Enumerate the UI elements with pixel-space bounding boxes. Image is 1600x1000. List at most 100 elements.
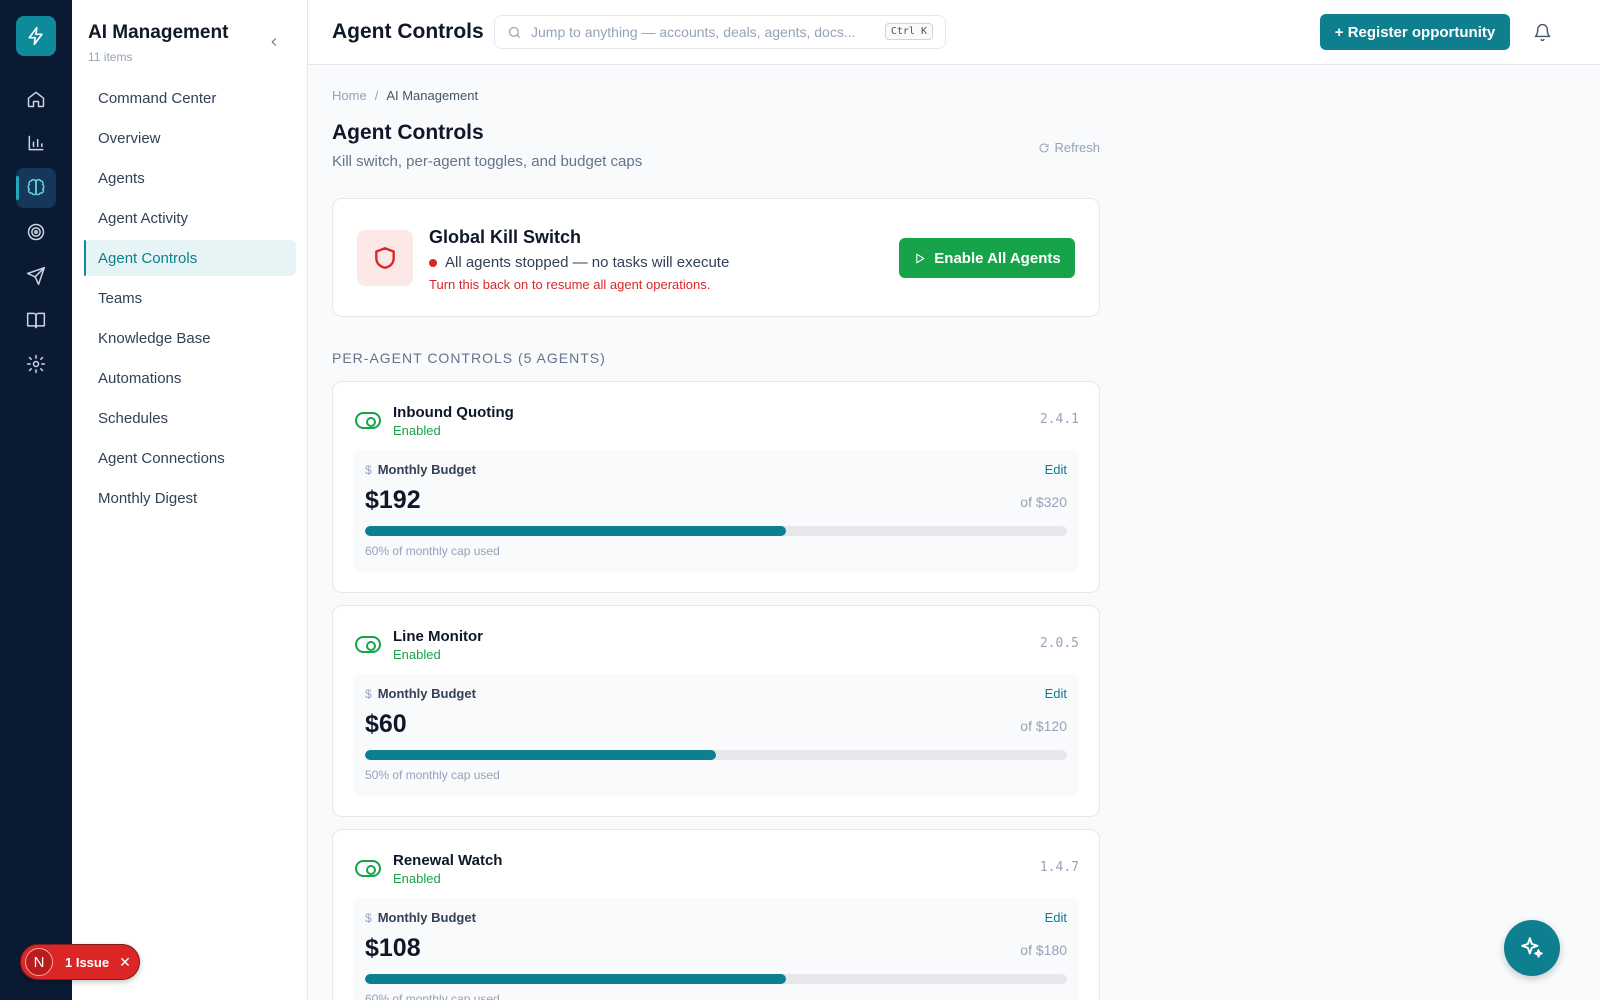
dollar-icon: $	[365, 686, 372, 701]
budget-panel: $ Monthly Budget Edit $60 of $120 50% of…	[353, 674, 1079, 796]
agent-toggle-icon[interactable]	[355, 412, 381, 429]
agent-state: Enabled	[393, 647, 441, 662]
sidebar-item-command-center[interactable]: Command Center	[84, 80, 296, 116]
agent-version: 2.0.5	[1039, 636, 1079, 651]
section-sidebar: AI Management 11 items Command Center Ov…	[72, 0, 308, 1000]
settings-icon	[26, 354, 46, 374]
budget-used-text: 60% of monthly cap used	[365, 992, 500, 1000]
sidebar-item-schedules[interactable]: Schedules	[84, 400, 296, 436]
sidebar-item-overview[interactable]: Overview	[84, 120, 296, 156]
refresh-icon	[1039, 142, 1049, 152]
sidebar-item-teams[interactable]: Teams	[84, 280, 296, 316]
brain-icon	[27, 178, 45, 196]
main-content: Home / AI Management Agent Controls Kill…	[332, 88, 1100, 1000]
topbar-title: Agent Controls	[332, 20, 484, 43]
sidebar-nav: Command Center Overview Agents Agent Act…	[84, 80, 296, 520]
kill-switch-badge	[357, 230, 413, 286]
agent-toggle-icon[interactable]	[355, 860, 381, 877]
breadcrumb: Home / AI Management	[332, 88, 1100, 103]
global-search-input[interactable]: Jump to anything — accounts, deals, agen…	[494, 15, 946, 49]
breadcrumb-current[interactable]: AI Management	[386, 88, 478, 103]
budget-progress-fill	[365, 750, 716, 760]
sparkles-icon	[1521, 937, 1543, 958]
edit-budget-button[interactable]: Edit	[1045, 686, 1067, 701]
enable-all-agents-label: Enable All Agents	[934, 249, 1061, 267]
issue-count: 1 Issue	[65, 954, 110, 970]
agent-card: Inbound Quoting Enabled 2.4.1 $ Monthly …	[332, 381, 1100, 593]
page-title: Agent Controls	[332, 121, 484, 144]
agent-state: Enabled	[393, 423, 441, 438]
refresh-label: Refresh	[1054, 140, 1100, 155]
agent-toggle-icon[interactable]	[355, 636, 381, 653]
budget-label-text: Monthly Budget	[377, 910, 476, 925]
budget-label: $ Monthly Budget	[365, 462, 476, 477]
chevron-left-icon	[271, 38, 277, 46]
refresh-button[interactable]: Refresh	[1038, 140, 1100, 155]
rail-library[interactable]	[16, 300, 56, 340]
budget-cap: of $180	[1020, 942, 1067, 958]
agent-state: Enabled	[393, 871, 441, 886]
rail-analytics[interactable]	[16, 123, 56, 163]
budget-progress-bar	[365, 974, 1067, 984]
kill-switch-status-text: All agents stopped — no tasks will execu…	[445, 254, 730, 271]
kill-switch-status: All agents stopped — no tasks will execu…	[429, 254, 729, 271]
sidebar-title: AI Management	[88, 22, 229, 43]
budget-label-text: Monthly Budget	[377, 462, 476, 477]
ai-assistant-button[interactable]	[1504, 920, 1560, 976]
notifications-button[interactable]	[1530, 20, 1554, 44]
collapse-sidebar-button[interactable]	[264, 32, 284, 52]
kill-switch-hint: Turn this back on to resume all agent op…	[429, 277, 711, 292]
sidebar-item-monthly-digest[interactable]: Monthly Digest	[84, 480, 296, 516]
budget-progress-fill	[365, 526, 787, 536]
edit-budget-button[interactable]: Edit	[1045, 462, 1067, 477]
shield-icon	[375, 247, 395, 269]
agent-card: Line Monitor Enabled 2.0.5 $ Monthly Bud…	[332, 605, 1100, 817]
breadcrumb-home[interactable]: Home	[332, 88, 367, 103]
agent-card: Renewal Watch Enabled 1.4.7 $ Monthly Bu…	[332, 829, 1100, 1000]
home-icon	[27, 91, 45, 108]
status-dot-icon	[429, 258, 437, 267]
search-placeholder: Jump to anything — accounts, deals, agen…	[531, 24, 856, 40]
budget-cap: of $320	[1020, 494, 1067, 510]
close-icon[interactable]: ✕	[119, 954, 131, 971]
per-agent-section-label: PER-AGENT CONTROLS (5 AGENTS)	[332, 350, 606, 366]
bar-chart-icon	[28, 135, 44, 151]
register-opportunity-button[interactable]: + Register opportunity	[1320, 14, 1510, 50]
sidebar-item-knowledge-base[interactable]: Knowledge Base	[84, 320, 296, 356]
budget-label: $ Monthly Budget	[365, 910, 476, 925]
rail-ai-management[interactable]	[16, 168, 56, 208]
rail-settings[interactable]	[16, 344, 56, 384]
budget-panel: $ Monthly Budget Edit $192 of $320 60% o…	[353, 450, 1079, 572]
agent-name: Inbound Quoting	[393, 404, 514, 421]
icon-rail	[0, 0, 72, 1000]
search-shortcut-badge: Ctrl K	[884, 23, 933, 40]
rail-home[interactable]	[16, 79, 56, 119]
sidebar-item-agent-activity[interactable]: Agent Activity	[84, 200, 296, 236]
rail-targets[interactable]	[16, 212, 56, 252]
send-icon	[26, 266, 46, 286]
budget-used-text: 50% of monthly cap used	[365, 768, 500, 782]
bell-icon	[1534, 23, 1550, 41]
sidebar-item-agent-controls[interactable]: Agent Controls	[84, 240, 296, 276]
kill-switch-title: Global Kill Switch	[429, 227, 582, 247]
budget-cap: of $120	[1020, 718, 1067, 734]
play-icon	[916, 253, 925, 263]
edit-budget-button[interactable]: Edit	[1045, 910, 1067, 925]
budget-label: $ Monthly Budget	[365, 686, 476, 701]
rail-outreach[interactable]	[16, 256, 56, 296]
budget-spent: $60	[365, 710, 407, 738]
sidebar-item-agent-connections[interactable]: Agent Connections	[84, 440, 296, 476]
agent-name: Renewal Watch	[393, 852, 503, 869]
enable-all-agents-button[interactable]: Enable All Agents	[899, 238, 1075, 278]
budget-spent: $192	[365, 486, 421, 514]
app-logo[interactable]	[16, 16, 56, 56]
issue-indicator[interactable]: N 1 Issue ✕	[20, 944, 140, 980]
search-icon	[508, 26, 520, 38]
sidebar-item-agents[interactable]: Agents	[84, 160, 296, 196]
lightning-icon	[28, 26, 43, 46]
budget-panel: $ Monthly Budget Edit $108 of $180 60% o…	[353, 898, 1079, 1000]
book-icon	[26, 312, 46, 329]
avatar: N	[25, 948, 53, 976]
budget-label-text: Monthly Budget	[377, 686, 476, 701]
sidebar-item-automations[interactable]: Automations	[84, 360, 296, 396]
